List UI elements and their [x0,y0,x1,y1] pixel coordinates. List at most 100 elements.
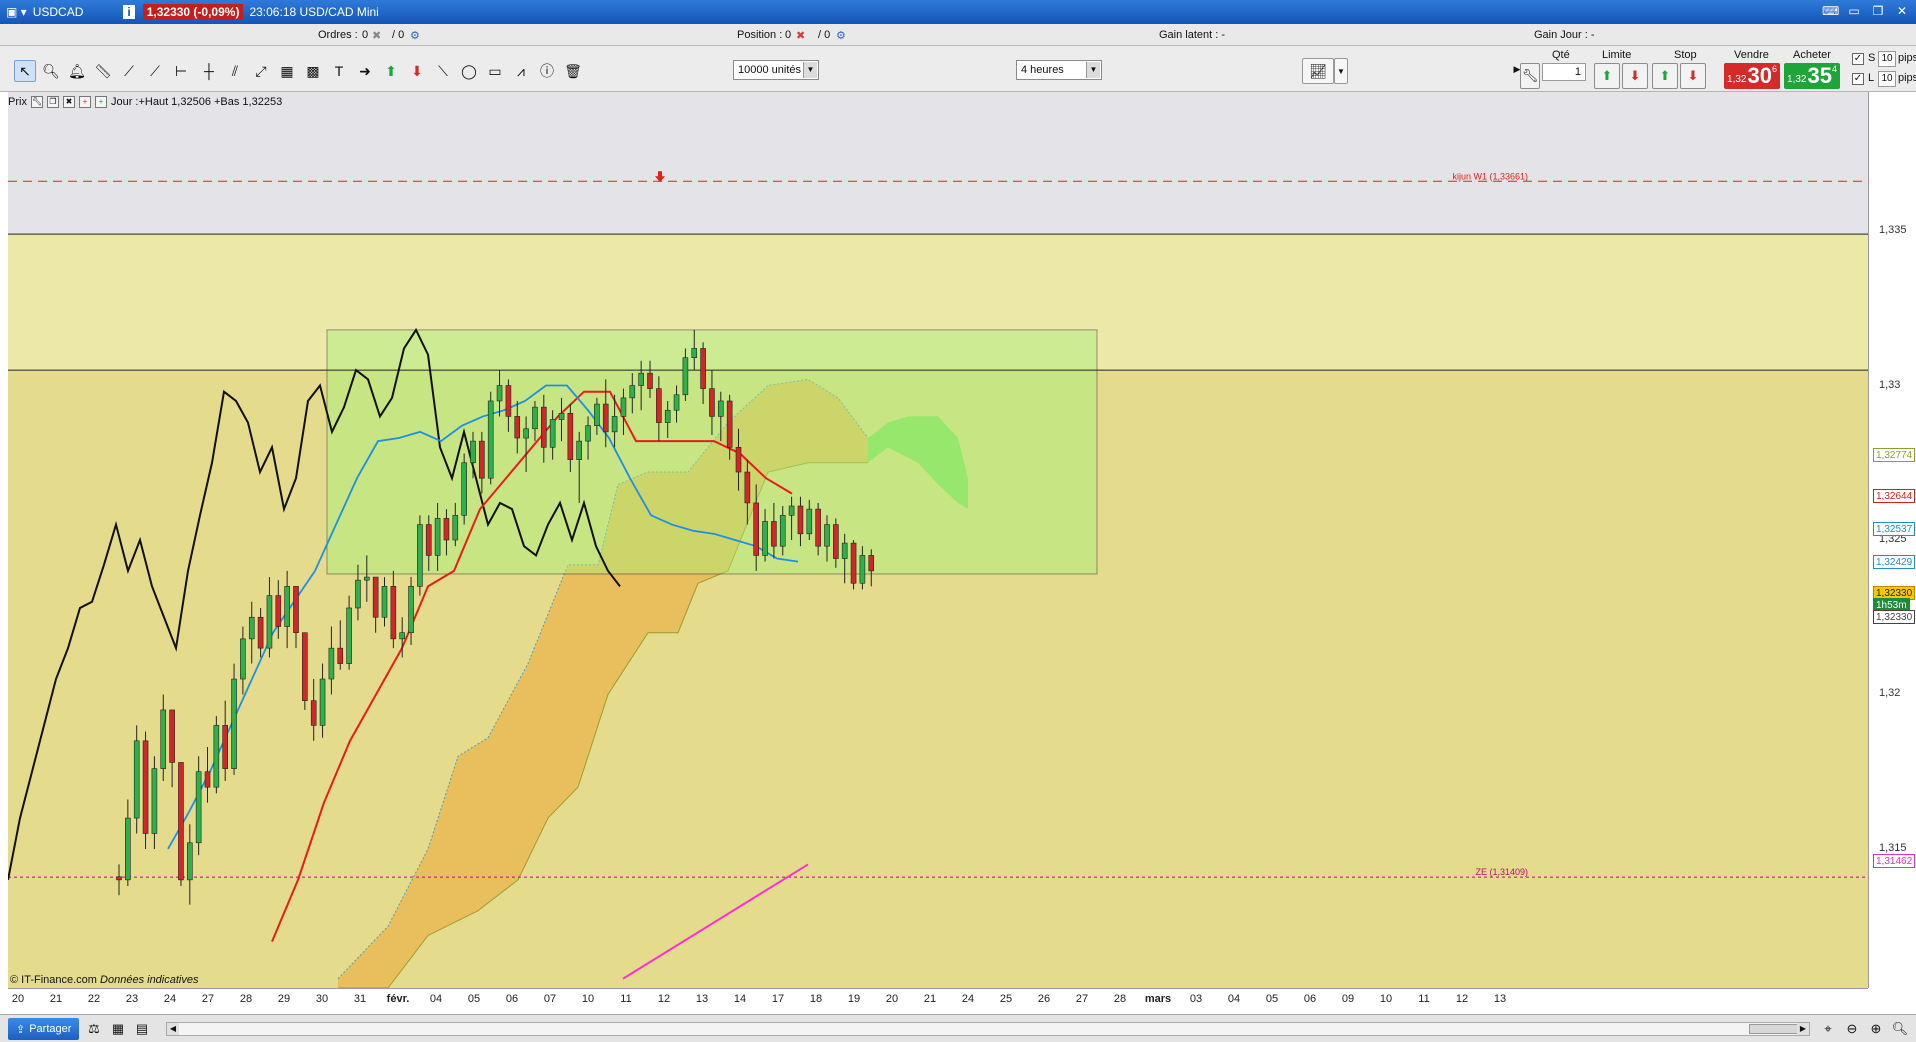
date-tick: 19 [847,993,861,1005]
wrench-icon[interactable]: 🔧︎ [1520,63,1540,89]
alert-bell-icon[interactable]: 🔔︎ [66,60,88,82]
candle-body [850,542,857,584]
ze-label: ZE (1,31409) [1475,867,1528,877]
candle-body [647,372,653,389]
price-label: 1,32537 [1873,521,1916,536]
period-select[interactable]: 4 heures ▼ [1016,60,1102,80]
window-icon[interactable]: ❐ [46,96,59,108]
scroll-left-icon[interactable]: ◀ [167,1023,179,1035]
date-tick: 11 [1418,993,1430,1005]
candle-body [381,586,388,618]
stop-checkbox[interactable]: ✓ [1852,53,1864,65]
price-label: 1,32774 [1873,448,1916,463]
share-button[interactable]: ⇪ Partager [8,1018,80,1040]
polyline-icon[interactable]: ⟍ [432,60,454,82]
sell-limit-button[interactable]: ⬇ [1622,63,1648,89]
buy-limit-button[interactable]: ⬆ [1594,63,1620,89]
ellipse-icon[interactable]: ◯ [458,60,480,82]
candle-body [841,542,848,559]
horizontal-scrollbar[interactable]: ◀ ▶ [166,1022,1810,1036]
text-tool-icon[interactable]: T [328,60,350,82]
arrow-down-icon[interactable]: ⬇ [406,60,428,82]
limit-pips-input[interactable]: 10 [1878,71,1896,87]
price-legend-label: Prix [8,96,27,108]
close-position-icon[interactable]: ✖ [796,29,805,42]
rectangle-icon[interactable]: ▭ [484,60,506,82]
candle-body [142,740,149,834]
sell-price-sup: 6 [1771,64,1777,74]
price-chart[interactable]: kijun W1 (1,33661) ZE (1,31409) [8,92,1868,988]
chart-grid-icon[interactable]: ▤ [132,1019,152,1039]
layout-icon[interactable]: ▦ [108,1019,128,1039]
date-tick: 13 [1493,993,1507,1005]
ruler-icon[interactable]: 📏︎ [92,60,114,82]
channel-icon[interactable]: ⫽ [224,60,246,82]
fibonacci-icon[interactable]: ▦ [276,60,298,82]
sell-button[interactable]: 1,32 30 6 [1724,63,1780,89]
info-icon[interactable]: i [123,5,135,19]
maximize-icon[interactable]: ❐ [1870,3,1886,19]
scroll-right-icon[interactable]: ▶ [1797,1023,1809,1035]
zoom-reset-icon[interactable]: 🔍︎ [1890,1019,1910,1039]
date-axis[interactable]: 20 21 22 23 24 27 28 29 30 31 févr. 04 05 06 07 10 11 12 1… [8,988,1868,1014]
chevron-down-icon[interactable]: ▼ [1334,58,1348,84]
info-tool-icon[interactable]: ⓘ [536,60,558,82]
ordres-value: 0 [362,29,369,41]
quantity-input[interactable]: 1 [1542,63,1586,81]
window-menu-icon[interactable]: ▣ ▾ [6,5,27,19]
buy-stop-button[interactable]: ⬆ [1652,63,1678,89]
trendline-icon[interactable]: ⟋ [118,60,140,82]
sell-stop-button[interactable]: ⬇ [1680,63,1706,89]
candle-body [620,397,627,417]
units-select[interactable]: 10000 unités ▼ [733,60,819,80]
zoom-in-icon[interactable]: ⊕ [1866,1019,1886,1039]
trash-icon[interactable]: 🗑︎ [562,60,584,82]
vertical-line-icon[interactable]: ┼ [198,60,220,82]
candle-body [195,771,202,844]
zoom-out-icon[interactable]: ⊖ [1842,1019,1862,1039]
buy-button[interactable]: 1,32 35 4 [1784,63,1840,89]
add-icon[interactable]: + [78,96,91,108]
close-icon[interactable]: ✕ [1894,3,1910,19]
keyboard-icon[interactable]: ⌨ [1822,3,1839,19]
grid-fib-icon[interactable]: ▩ [302,60,324,82]
zoom-icon[interactable]: 🔍︎ [40,60,62,82]
date-tick: 10 [1379,993,1393,1005]
position-settings-icon[interactable]: ⚙ [836,29,846,42]
cancel-orders-icon[interactable]: ✖ [372,29,381,42]
symbol-name: USDCAD [32,5,84,19]
candle-body [682,357,689,396]
date-tick: mars [1144,993,1172,1005]
pattern-icon[interactable]: ⩘ [510,60,532,82]
candle-body [824,524,830,547]
add-green-icon[interactable]: + [94,96,107,108]
date-tick: 03 [1189,993,1203,1005]
limit-checkbox[interactable]: ✓ [1852,73,1864,85]
compare-icon[interactable]: ⚖ [84,1019,104,1039]
stop-pips-input[interactable]: 10 [1878,51,1896,67]
scroll-thumb[interactable] [1749,1024,1799,1034]
title-bar: ▣ ▾ USDCAD i 1,32330 (-0,09%) 23:06:18 U… [0,0,1916,24]
arrow-up-icon[interactable]: ⬆ [380,60,402,82]
date-tick: 21 [49,993,63,1005]
arrow-icon[interactable]: ➜ [354,60,376,82]
crosshair-icon[interactable]: ⌖ [1818,1019,1838,1039]
price-axis[interactable]: 1,335 1,33 1,325 1,32 1,315 1,32774 1,32644 1,3… [1868,92,1916,988]
candle-body [125,817,131,881]
candle-body [629,385,636,399]
orders-settings-icon[interactable]: ⚙ [410,29,420,42]
remove-icon[interactable]: ✖ [62,96,75,108]
gain-latent: Gain latent : - [1159,29,1226,41]
candle-body [656,388,662,423]
minimize-icon[interactable]: ▭ [1846,3,1862,19]
price-change-badge: 1,32330 (-0,09%) [142,4,244,20]
chart-type-icon[interactable]: 📈︎ [1302,58,1334,84]
candle-body [470,440,476,464]
extension-icon[interactable]: ⤢ [250,60,272,82]
cursor-icon[interactable]: ↖ [14,60,36,82]
ray-icon[interactable]: ⟋ [144,60,166,82]
horizontal-line-icon[interactable]: ⊢ [170,60,192,82]
properties-icon[interactable]: 🔧︎ [30,96,43,108]
date-tick: 26 [1037,993,1051,1005]
candle-body [797,505,804,535]
